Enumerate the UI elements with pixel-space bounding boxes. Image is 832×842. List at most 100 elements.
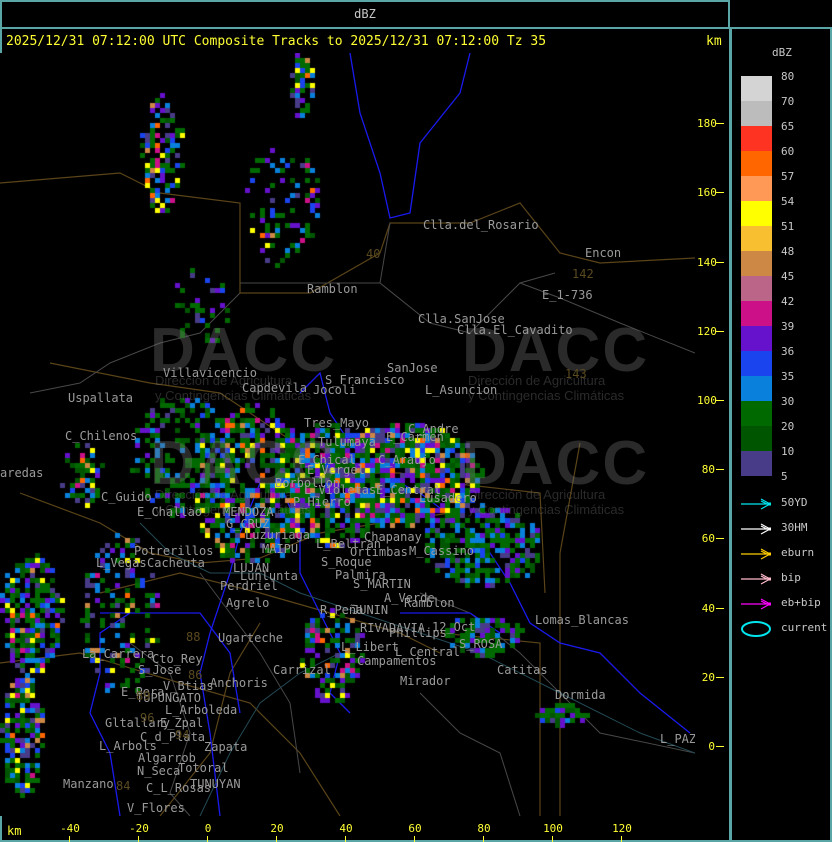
town-label: Lomas_Blancas (535, 613, 629, 627)
y-tick: 0 (697, 740, 727, 753)
y-tick: 180 (697, 117, 727, 130)
y-tick-mark (716, 192, 724, 194)
town-label: E_Carmen (386, 430, 444, 444)
y-tick-mark (716, 746, 724, 747)
x-tick-label: 100 (543, 822, 563, 835)
y-tick-label: 100 (697, 394, 717, 407)
dbz-level-label: 80 (781, 70, 795, 83)
town-label: L_Libert (341, 640, 399, 654)
town-label: P_Hierro (293, 495, 351, 509)
town-label: Campamentos (357, 654, 437, 668)
y-tick-label: 0 (708, 740, 715, 753)
x-tick-mark (138, 836, 139, 842)
dbz-level-label: 42 (781, 295, 795, 308)
dbz-swatch (741, 101, 772, 126)
x-tick-label: 120 (612, 822, 632, 835)
town-label: V_Flores (127, 801, 185, 815)
x-tick: 40 (326, 822, 366, 842)
y-tick-mark (716, 330, 724, 332)
track-legend-item: eburn (741, 546, 831, 562)
track-legend-item: eb+bip (741, 596, 831, 612)
dbz-level-label: 36 (781, 345, 795, 358)
dbz-level-label: 30 (781, 395, 795, 408)
town-label: Ramblon (404, 596, 455, 610)
y-tick-mark (716, 261, 724, 263)
y-tick-label: 120 (697, 324, 717, 338)
dbz-swatch (741, 226, 772, 251)
town-label: Carrizal (273, 663, 331, 677)
track-legend-label: bip (781, 571, 801, 584)
dbz-level-label: 5 (781, 470, 788, 483)
y-tick: 160 (697, 186, 727, 199)
radar-map[interactable]: DACC DACC DACC DACC Dirección de Agricul… (0, 53, 695, 816)
town-label: Agrelo (226, 596, 270, 610)
town-label: Perdriel (220, 579, 278, 593)
town-label: Totoral (178, 761, 229, 775)
y-tick-mark (716, 676, 724, 678)
x-tick-label: 20 (270, 822, 284, 835)
y-tick: 20 (697, 671, 727, 684)
y-unit-label: km (706, 34, 722, 49)
y-tick: 100 (697, 394, 727, 407)
dbz-swatch (741, 176, 772, 201)
route-number: 84 (116, 779, 131, 793)
dbz-level-label: 57 (781, 170, 795, 183)
x-tick-mark (207, 836, 208, 842)
y-tick-label: 40 (701, 601, 715, 615)
town-label: C_Chilenos (65, 429, 138, 443)
town-label: E_Challao (137, 505, 203, 519)
ellipse-icon (741, 621, 771, 637)
town-label: L_Arboleda (165, 703, 238, 717)
town-label: Luzuriaga (245, 528, 311, 542)
dbz-level-label: 10 (781, 445, 795, 458)
dbz-level-label: 45 (781, 270, 795, 283)
dbz-swatch (741, 451, 772, 476)
dbz-swatch (741, 126, 772, 151)
dbz-swatch (741, 376, 772, 401)
dbz-swatch (741, 351, 772, 376)
dbz-level-label: 60 (781, 145, 795, 158)
dbz-level-label: 48 (781, 245, 795, 258)
track-arrow-icon (741, 498, 772, 510)
y-tick-label: 180 (697, 117, 717, 131)
y-tick-mark (716, 400, 724, 401)
dbz-swatch (741, 251, 772, 276)
x-unit-label: km (7, 824, 22, 838)
town-label: Encon (585, 246, 622, 260)
y-tick-label: 140 (697, 255, 717, 269)
track-legend-item: bip (741, 571, 831, 587)
y-tick: 60 (697, 532, 727, 545)
track-arrow-icon (741, 548, 772, 560)
x-tick-label: 40 (339, 822, 353, 835)
dbz-swatch (741, 76, 772, 101)
x-tick: 120 (602, 822, 642, 842)
town-label: S_ROSA (459, 637, 503, 651)
x-tick-mark (483, 836, 484, 842)
route-number: 88 (186, 630, 201, 644)
town-label: S_Roque (321, 555, 372, 569)
route-number: 96 (140, 711, 155, 725)
town-label: L_PAZ (660, 732, 695, 746)
x-tick-label: -20 (129, 822, 149, 835)
town-label: La_Carrera (82, 647, 155, 661)
dbz-level-label: 20 (781, 420, 795, 433)
town-label: Capdevila (242, 381, 308, 395)
town-label: C_Guido (101, 490, 152, 504)
town-label: Clla.El_Cavadito (457, 323, 573, 337)
y-tick-label: 160 (697, 186, 717, 200)
town-label: S_MARTIN (353, 577, 411, 591)
y-tick-label: 60 (701, 532, 715, 546)
town-label: Anchoris (210, 676, 268, 690)
track-arrow-icon (741, 523, 772, 535)
x-tick: 60 (395, 822, 435, 842)
town-label: MAIPU (262, 542, 299, 556)
dbz-level-label: 51 (781, 220, 795, 233)
x-tick-label: 60 (408, 822, 422, 835)
watermark-line2: y Contingencias Climáticas (468, 502, 625, 517)
composite-header: 2025/12/31 07:12:00 UTC Composite Tracks… (6, 34, 547, 49)
x-tick-mark (276, 836, 277, 842)
x-tick: -20 (119, 822, 159, 842)
y-tick: 40 (697, 602, 727, 615)
town-label: L_Asuncion (425, 383, 498, 397)
dbz-swatch (741, 151, 772, 176)
